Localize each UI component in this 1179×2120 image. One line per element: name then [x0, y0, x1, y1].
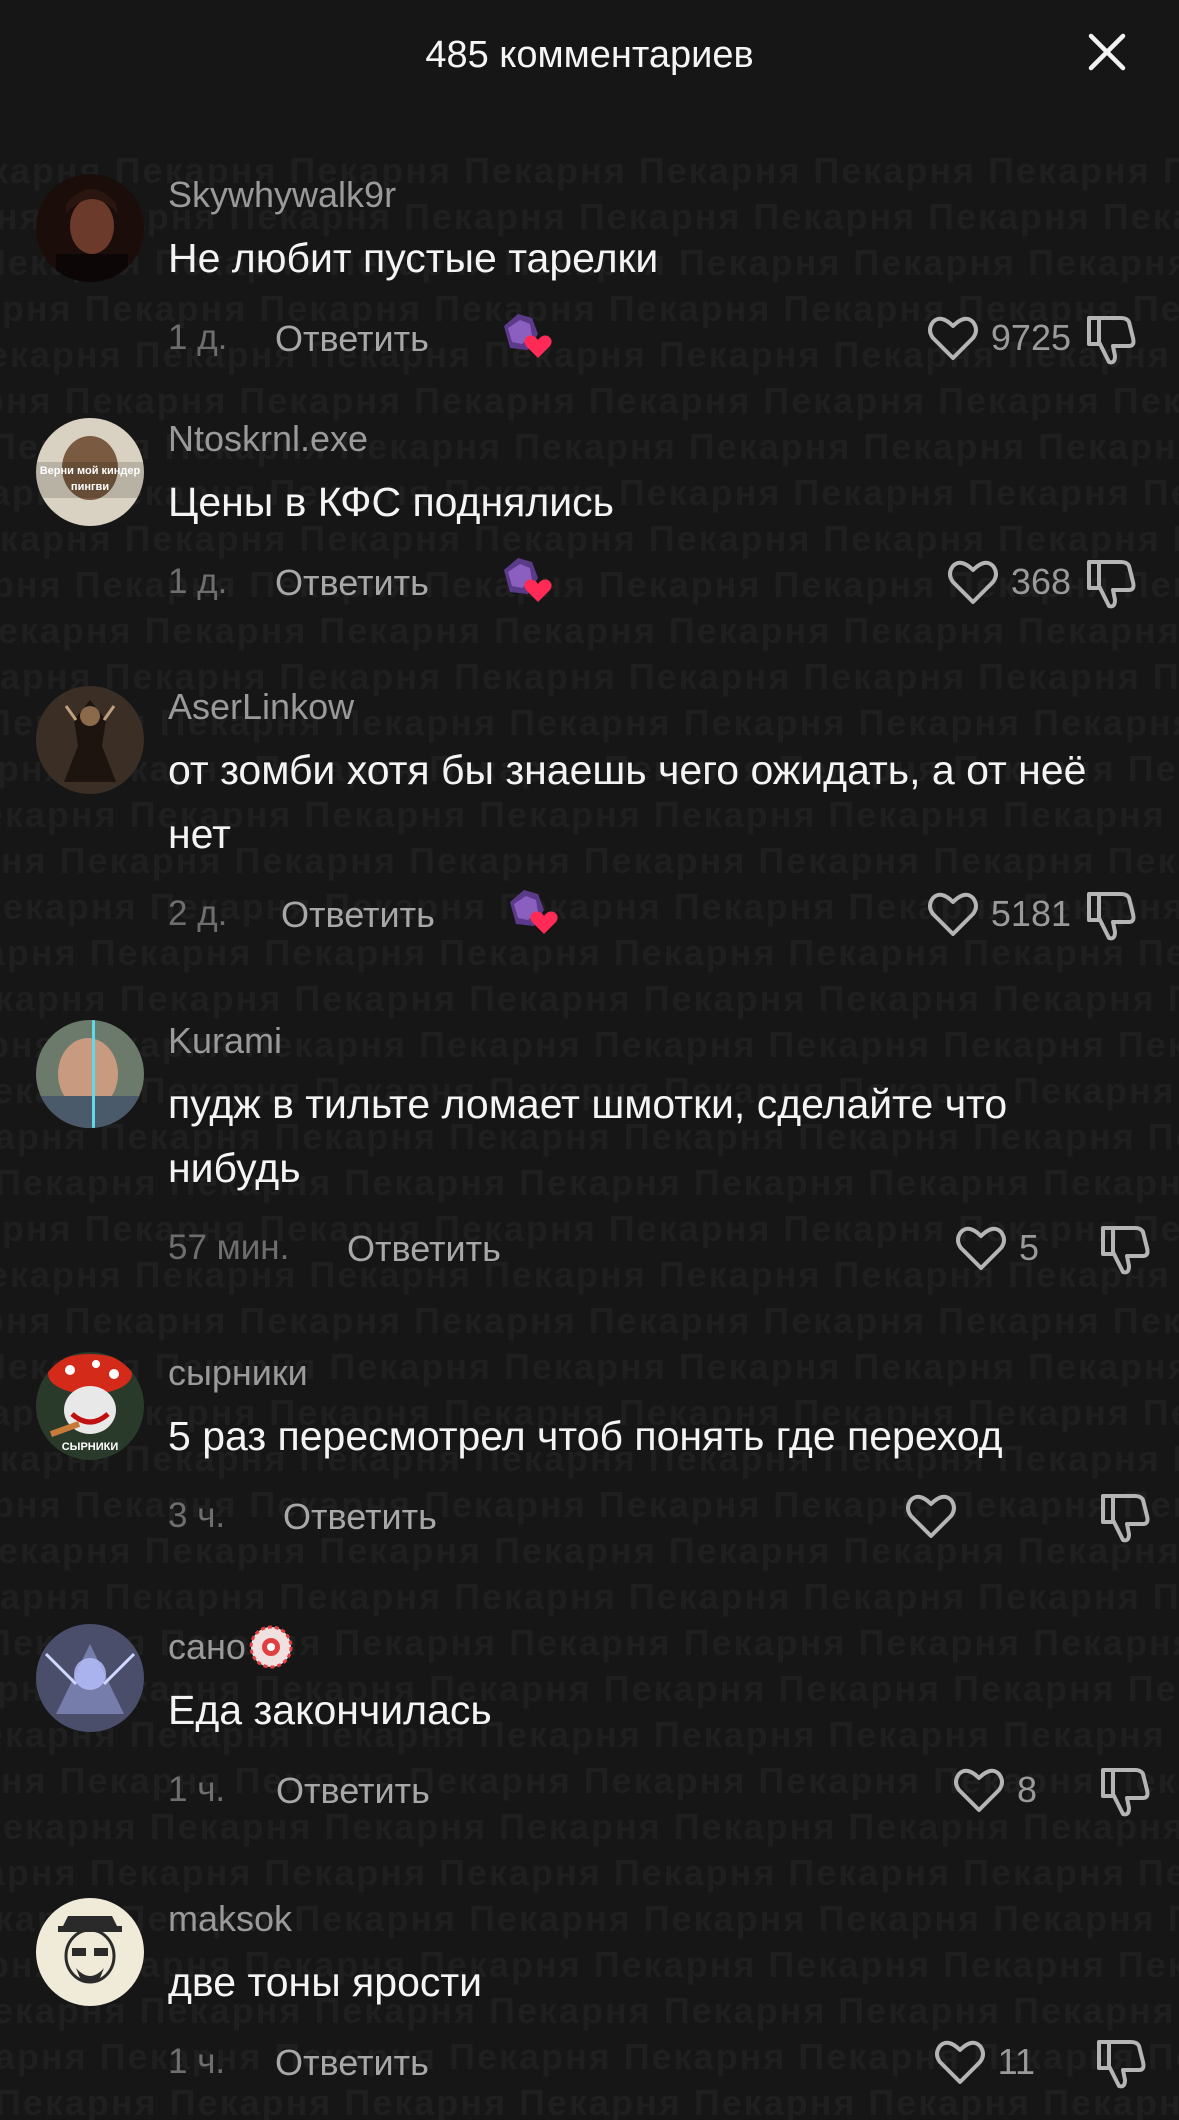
username-text: AserLinkow [168, 686, 355, 727]
creator-liked-icon [510, 890, 558, 934]
like-count: 8 [1016, 1769, 1037, 1810]
like-count: 368 [1010, 561, 1071, 602]
reply-button[interactable]: Ответить [347, 1228, 501, 1270]
like-count: 5181 [990, 893, 1071, 934]
username[interactable]: Kurami [168, 1020, 282, 1062]
comment-time: 1 ч. [168, 1770, 226, 1809]
like-button[interactable]: 11 [934, 2032, 1035, 2092]
avatar-caption: Верни мой киндер [40, 465, 141, 477]
comment-actions: 57 мин. Ответить 5 [168, 1218, 1179, 1278]
watermark-text: Пекарня Пекарня Пекарня Пекарня Пекарня … [0, 380, 1179, 421]
watermark-text: Пекарня Пекарня Пекарня Пекарня Пекарня … [0, 1576, 1179, 1617]
heart-icon [953, 1768, 1004, 1812]
comment-text: две тоны ярости [168, 1959, 483, 2005]
avatar[interactable] [36, 1624, 144, 1732]
dislike-icon[interactable] [1085, 556, 1139, 610]
comment-time: 3 ч. [168, 1496, 226, 1535]
username[interactable]: AserLinkow [168, 686, 354, 728]
like-button[interactable]: 8 [953, 1760, 1037, 1820]
username-text: сырники [168, 1352, 308, 1393]
username-text: сано [168, 1626, 246, 1667]
comment-text: 5 раз пересмотрел чтоб понять где перехо… [168, 1413, 1003, 1459]
heart-icon [927, 892, 978, 936]
avatar-caption: пингви [71, 481, 109, 493]
like-button[interactable] [905, 1486, 969, 1546]
username[interactable]: сано [168, 1624, 294, 1670]
comment-time: 1 ч. [168, 2042, 226, 2081]
like-button[interactable]: 5181 [927, 884, 1071, 944]
dislike-icon[interactable] [1085, 888, 1139, 942]
watermark-text: Пекарня Пекарня Пекарня Пекарня Пекарня … [0, 610, 1179, 651]
reply-button[interactable]: Ответить [275, 318, 429, 360]
like-button[interactable]: 9725 [927, 308, 1071, 368]
like-count: 9725 [990, 317, 1071, 358]
username[interactable]: Ntoskrnl.exe [168, 418, 368, 460]
comment-actions: 2 д. Ответить 5181 [168, 884, 1179, 944]
username-text: Kurami [168, 1020, 283, 1061]
username[interactable]: maksok [168, 1898, 292, 1940]
avatar[interactable] [36, 1898, 144, 2006]
reply-button[interactable]: Ответить [283, 1496, 437, 1538]
comment-time: 2 д. [168, 894, 228, 933]
comment-text: Цены в КФС поднялись [168, 479, 615, 525]
comment-text: пудж в тильте ломает шмотки, сделайте чт… [168, 1081, 1008, 1191]
like-button[interactable]: 368 [947, 552, 1071, 612]
heart-icon [927, 316, 978, 360]
like-count: 5 [1018, 1227, 1039, 1268]
username[interactable]: сырники [168, 1352, 308, 1394]
heart-icon [947, 560, 998, 604]
avatar-caption: СЫРНИКИ [62, 1441, 119, 1453]
comment-text: от зомби хотя бы знаешь чего ожидать, а … [168, 747, 1087, 857]
comment-actions: 1 д. Ответить 9725 [168, 308, 1179, 368]
heart-icon [955, 1226, 1006, 1270]
reply-button[interactable]: Ответить [275, 562, 429, 604]
username-text: Skywhywalk9r [168, 174, 397, 215]
watermark-text: Пекарня Пекарня Пекарня Пекарня Пекарня … [0, 1852, 1179, 1893]
close-icon [1088, 33, 1126, 71]
avatar[interactable] [36, 174, 144, 282]
comment-actions: 1 д. Ответить 368 [168, 552, 1179, 612]
avatar[interactable] [36, 1020, 144, 1128]
avatar[interactable] [36, 686, 144, 794]
reply-button[interactable]: Ответить [281, 894, 435, 936]
comments-count-title: 485 комментариев [425, 33, 754, 76]
creator-liked-icon [504, 558, 552, 602]
like-button[interactable]: 5 [955, 1218, 1039, 1278]
comment-text: Еда закончилась [168, 1687, 492, 1733]
reply-button[interactable]: Ответить [275, 2042, 429, 2084]
username-text: Ntoskrnl.exe [168, 418, 369, 459]
comment-text: Не любит пустые тарелки [168, 235, 659, 281]
comment-actions: 1 ч. Ответить 11 [168, 2032, 1179, 2092]
heart-icon [906, 1494, 956, 1538]
dislike-icon[interactable] [1099, 1764, 1153, 1818]
comment-time: 57 мин. [168, 1228, 290, 1267]
heart-icon [934, 2040, 985, 2084]
dislike-icon[interactable] [1085, 312, 1139, 366]
comments-header: 485 комментариев [0, 0, 1179, 110]
creator-liked-icon [504, 314, 552, 358]
avatar[interactable]: СЫРНИКИ [36, 1352, 144, 1460]
comment-actions: 3 ч. Ответить [168, 1486, 1179, 1546]
comment-time: 1 д. [168, 562, 228, 601]
avatar[interactable]: Верни мой киндер пингви [36, 418, 144, 526]
close-button[interactable] [1087, 32, 1127, 72]
like-count: 11 [997, 2041, 1035, 2082]
watermark-text: Пекарня Пекарня Пекарня Пекарня Пекарня … [0, 1300, 1179, 1341]
comment-actions: 1 ч. Ответить 8 [168, 1760, 1179, 1820]
username-text: maksok [168, 1898, 293, 1939]
watermark-text: Пекарня Пекарня Пекарня Пекарня Пекарня … [0, 978, 1179, 1019]
dislike-icon[interactable] [1099, 1490, 1153, 1544]
dislike-icon[interactable] [1099, 1222, 1153, 1276]
dislike-icon[interactable] [1095, 2036, 1149, 2090]
username[interactable]: Skywhywalk9r [168, 174, 396, 216]
badge-icon [249, 1625, 293, 1669]
comment-time: 1 д. [168, 318, 228, 357]
reply-button[interactable]: Ответить [276, 1770, 430, 1812]
